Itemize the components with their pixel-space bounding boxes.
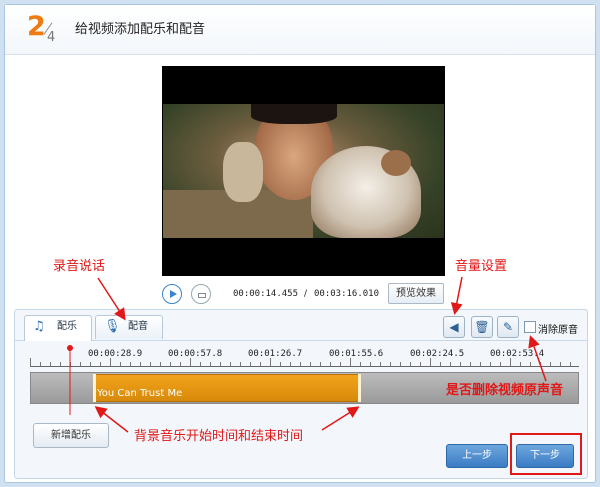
step-total-number: 4 [47, 30, 56, 45]
play-icon[interactable] [162, 284, 182, 304]
ruler-tick [190, 358, 191, 366]
broom-icon[interactable]: ✎ [497, 316, 519, 338]
ruler-tick [510, 358, 511, 366]
microphone-icon: 🎙 [104, 319, 121, 334]
music-clip-label: You Can Trust Me [97, 388, 183, 399]
ruler-tick [30, 358, 31, 366]
speaker-icon[interactable]: ◀ [443, 316, 465, 338]
tick-label: 00:00:57.8 [168, 349, 223, 359]
next-step-highlight-box [510, 433, 582, 475]
time-separator: / [304, 289, 308, 299]
step-current-number: 2 [27, 11, 46, 42]
tick-label: 00:02:24.5 [410, 349, 465, 359]
add-music-button[interactable]: 新增配乐 [33, 423, 109, 448]
mute-original-label: 消除原音 [538, 325, 578, 336]
ruler-tick [110, 358, 111, 366]
stop-icon[interactable] [191, 284, 211, 304]
annotation-delete-original: 是否删除视频原声音 [446, 383, 564, 398]
ruler-tick [270, 358, 271, 366]
trash-icon[interactable]: 🗑 [471, 316, 493, 338]
clip-start-handle[interactable] [93, 374, 96, 402]
tick-label: 00:01:55.6 [329, 349, 384, 359]
frame-hair [251, 104, 337, 124]
tick-label: 00:00:28.9 [88, 349, 143, 359]
total-time: 00:03:16.010 [314, 289, 380, 299]
ruler-tick [350, 358, 351, 366]
annotation-start-end: 背景音乐开始时间和结束时间 [134, 429, 304, 444]
video-frame [163, 104, 444, 238]
tab-music[interactable]: ♫ 配乐 [24, 315, 92, 341]
clip-end-handle[interactable] [358, 374, 361, 402]
ruler-baseline [30, 366, 579, 367]
tick-label: 00:02:53.4 [490, 349, 545, 359]
tick-label: 00:01:26.7 [248, 349, 303, 359]
tab-voice-label: 配音 [128, 321, 148, 332]
ruler-tick [430, 358, 431, 366]
tab-divider [15, 340, 587, 341]
annotation-record: 录音说话 [53, 259, 106, 274]
music-note-icon: ♫ [33, 319, 45, 334]
tab-music-label: 配乐 [57, 321, 77, 332]
tab-voice[interactable]: 🎙 配音 [95, 315, 163, 339]
preview-button[interactable]: 预览效果 [388, 283, 444, 304]
frame-dog-ear [381, 150, 411, 176]
current-time: 00:00:14.455 [233, 289, 299, 299]
prev-step-button[interactable]: 上一步 [446, 444, 508, 468]
frame-hand [223, 142, 263, 202]
mute-original-checkbox[interactable] [524, 321, 536, 333]
page-title: 给视频添加配乐和配音 [75, 22, 206, 37]
annotation-volume: 音量设置 [455, 259, 508, 274]
